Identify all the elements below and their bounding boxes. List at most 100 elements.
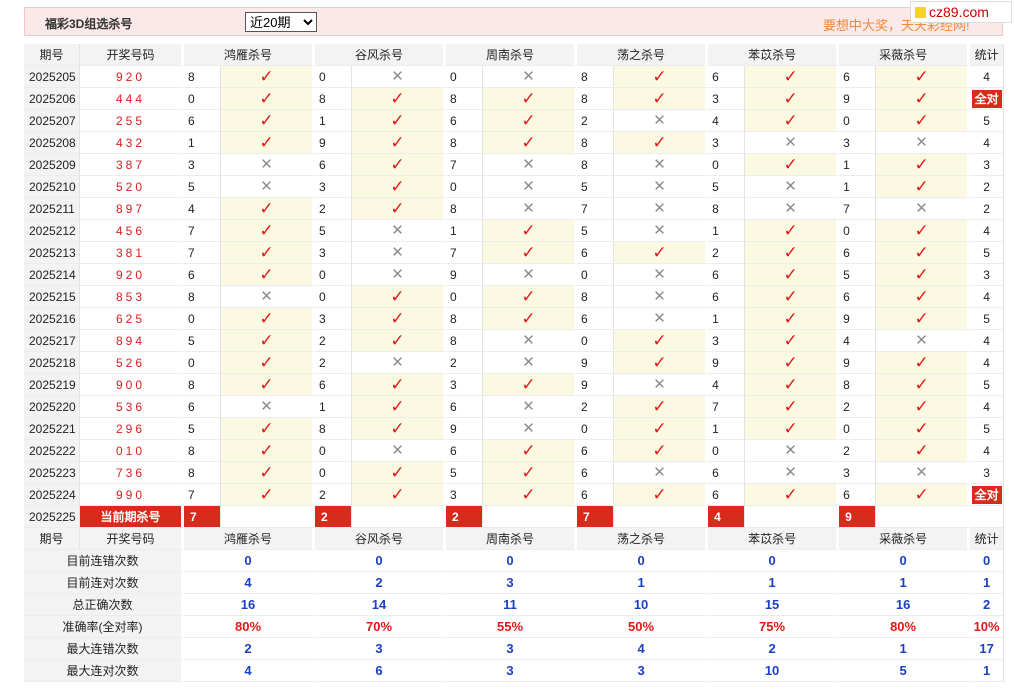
- kill-number-cell: 0: [577, 418, 615, 440]
- check-icon: ✓: [259, 440, 274, 460]
- stat-cell: 4: [970, 440, 1005, 462]
- result-cell: ✓: [876, 154, 971, 176]
- result-cell: ✕: [352, 264, 447, 286]
- summary-label: 最大连错次数: [24, 638, 184, 660]
- kill-number-cell: 6: [446, 110, 484, 132]
- period-cell: 2025224: [24, 484, 80, 506]
- empty-cell: [221, 506, 316, 528]
- draw-number-cell: 255: [80, 110, 184, 132]
- result-cell: ✕: [483, 396, 578, 418]
- result-cell: ✕: [221, 286, 316, 308]
- summary-value: 11: [446, 594, 578, 616]
- kill-number-cell: 0: [708, 154, 746, 176]
- check-icon: ✓: [259, 308, 274, 328]
- check-icon: ✓: [390, 110, 405, 130]
- kill-number-cell: 8: [184, 462, 221, 484]
- cross-icon: ✕: [653, 177, 666, 195]
- stat-cell: 4: [970, 286, 1005, 308]
- kill-number-cell: 9: [446, 418, 484, 440]
- result-cell: ✓: [745, 220, 840, 242]
- cross-icon: ✕: [653, 221, 666, 239]
- kill-number-cell: 7: [184, 242, 221, 264]
- result-cell: ✓: [352, 176, 447, 198]
- kill-number-cell: 0: [184, 88, 221, 110]
- current-period-row: 2025225 当前期杀号 7 2 2 7 4 9: [24, 506, 1005, 528]
- result-cell: ✓: [221, 352, 316, 374]
- kill-number-cell: 6: [184, 396, 221, 418]
- table-row: 2025210 520 5 ✕ 3 ✓ 0 ✕ 5 ✕ 5 ✕ 1 ✓ 2: [24, 176, 1005, 198]
- current-kill-number: 2: [446, 506, 484, 528]
- period-range-select[interactable]: 近20期: [245, 12, 317, 32]
- kill-number-cell: 3: [184, 154, 221, 176]
- cross-icon: ✕: [522, 67, 535, 85]
- kill-number-cell: 7: [708, 396, 746, 418]
- result-cell: ✕: [614, 264, 709, 286]
- result-cell: ✓: [221, 132, 316, 154]
- draw-number-cell: 894: [80, 330, 184, 352]
- summary-row: 目前连错次数 0 0 0 0 0 0 0: [24, 550, 1005, 572]
- summary-value: 55%: [446, 616, 578, 638]
- cross-icon: ✕: [915, 133, 928, 151]
- result-cell: ✕: [221, 396, 316, 418]
- kill-number-cell: 8: [577, 88, 615, 110]
- col-header-killer: 周南杀号: [446, 528, 578, 550]
- all-correct-badge: 全对: [971, 89, 1002, 108]
- kill-number-cell: 5: [184, 176, 221, 198]
- col-header-killer: 谷风杀号: [315, 528, 447, 550]
- site-logo[interactable]: cz89.com: [910, 1, 1012, 23]
- check-icon: ✓: [521, 286, 536, 306]
- check-icon: ✓: [390, 330, 405, 350]
- check-icon: ✓: [259, 264, 274, 284]
- check-icon: ✓: [259, 352, 274, 372]
- summary-value: 16: [184, 594, 316, 616]
- result-cell: ✕: [483, 330, 578, 352]
- table-row: 2025224 990 7 ✓ 2 ✓ 3 ✓ 6 ✓ 6 ✓ 6 ✓ 全对: [24, 484, 1005, 506]
- result-cell: ✓: [745, 418, 840, 440]
- summary-value: 2: [184, 638, 316, 660]
- summary-value: 0: [184, 550, 316, 572]
- summary-row: 最大连对次数 4 6 3 3 10 5 1: [24, 660, 1005, 682]
- kill-number-cell: 8: [839, 374, 877, 396]
- summary-label: 目前连对次数: [24, 572, 184, 594]
- draw-number-cell: 432: [80, 132, 184, 154]
- stat-cell: 2: [970, 176, 1005, 198]
- kill-number-cell: 5: [184, 330, 221, 352]
- check-icon: ✓: [652, 330, 667, 350]
- check-icon: ✓: [783, 286, 798, 306]
- check-icon: ✓: [914, 308, 929, 328]
- draw-number-cell: 456: [80, 220, 184, 242]
- check-icon: ✓: [783, 264, 798, 284]
- table-row: 2025208 432 1 ✓ 9 ✓ 8 ✓ 8 ✓ 3 ✕ 3 ✕ 4: [24, 132, 1005, 154]
- kill-number-cell: 8: [577, 132, 615, 154]
- kill-number-cell: 5: [184, 418, 221, 440]
- kill-number-cell: 5: [577, 220, 615, 242]
- kill-number-cell: 2: [577, 396, 615, 418]
- summary-value: 3: [315, 638, 447, 660]
- kill-number-cell: 6: [315, 374, 353, 396]
- current-kill-number: 7: [577, 506, 615, 528]
- check-icon: ✓: [390, 374, 405, 394]
- empty-cell: [483, 506, 578, 528]
- draw-number-cell: 444: [80, 88, 184, 110]
- check-icon: ✓: [783, 88, 798, 108]
- summary-label: 准确率(全对率): [24, 616, 184, 638]
- kill-number-cell: 5: [839, 264, 877, 286]
- kill-number-cell: 3: [708, 88, 746, 110]
- result-cell: ✓: [614, 396, 709, 418]
- kill-number-cell: 1: [184, 132, 221, 154]
- kill-number-cell: 3: [315, 242, 353, 264]
- summary-value: 5: [839, 660, 971, 682]
- kill-number-cell: 3: [839, 132, 877, 154]
- check-icon: ✓: [783, 110, 798, 130]
- kill-number-cell: 2: [315, 484, 353, 506]
- kill-number-cell: 6: [708, 264, 746, 286]
- result-cell: ✓: [352, 396, 447, 418]
- draw-number-cell: 920: [80, 66, 184, 88]
- table-header-row: 期号 开奖号码 鸿雁杀号 谷风杀号 周南杀号 荡之杀号 苯苡杀号 采薇杀号 统计: [24, 44, 1005, 66]
- cross-icon: ✕: [784, 199, 797, 217]
- cross-icon: ✕: [653, 287, 666, 305]
- kill-number-cell: 3: [446, 374, 484, 396]
- col-header-killer: 鸿雁杀号: [184, 528, 316, 550]
- check-icon: ✓: [783, 396, 798, 416]
- stat-cell: 5: [970, 110, 1005, 132]
